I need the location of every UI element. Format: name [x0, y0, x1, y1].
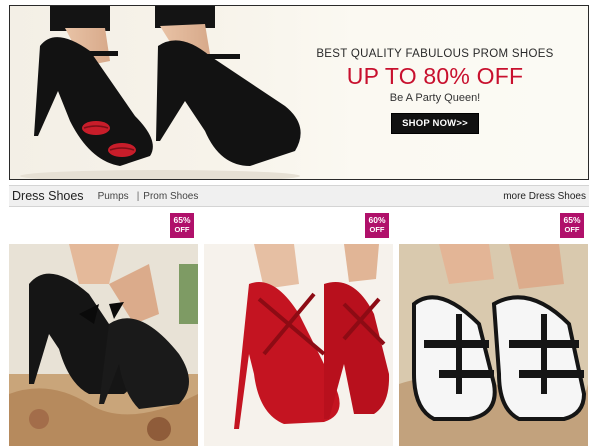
promo-banner[interactable]: BEST QUALITY FABULOUS PROM SHOES UP TO 8… — [9, 5, 589, 180]
more-dress-shoes-link[interactable]: more Dress Shoes — [503, 191, 586, 202]
discount-off-label: OFF — [564, 225, 580, 234]
black-bow-heels-image — [9, 244, 198, 446]
product-image[interactable] — [399, 244, 588, 446]
product-image[interactable] — [9, 244, 198, 446]
discount-badge: 65% OFF — [560, 213, 584, 238]
category-link-prom-shoes[interactable]: Prom Shoes — [143, 191, 198, 202]
promo-text-block: BEST QUALITY FABULOUS PROM SHOES UP TO 8… — [310, 48, 560, 134]
discount-off-label: OFF — [174, 225, 190, 234]
discount-badge: 65% OFF — [170, 213, 194, 238]
banner-shoes-image — [20, 6, 301, 179]
category-bar: Dress Shoes Pumps | Prom Shoes more Dres… — [9, 185, 589, 207]
category-separator: | — [136, 190, 140, 202]
banner-subtitle: BEST QUALITY FABULOUS PROM SHOES — [316, 48, 554, 60]
product-image[interactable] — [204, 244, 393, 446]
product-card[interactable]: 60% OFF — [204, 213, 393, 446]
discount-off-label: OFF — [369, 225, 385, 234]
black-white-heels-image — [399, 244, 588, 446]
discount-badge: 60% OFF — [365, 213, 389, 238]
product-card[interactable]: 65% OFF — [399, 213, 588, 446]
discount-percent: 65% — [563, 215, 581, 225]
discount-percent: 60% — [368, 215, 386, 225]
category-link-pumps[interactable]: Pumps — [98, 191, 129, 202]
category-title[interactable]: Dress Shoes — [12, 189, 84, 203]
shop-now-button[interactable]: SHOP NOW>> — [391, 113, 479, 134]
banner-headline: UP TO 80% OFF — [346, 63, 524, 89]
banner-tagline: Be A Party Queen! — [389, 92, 481, 104]
discount-percent: 65% — [173, 215, 191, 225]
product-card[interactable]: 65% OFF — [9, 213, 198, 446]
red-strappy-pumps-image — [204, 244, 393, 446]
